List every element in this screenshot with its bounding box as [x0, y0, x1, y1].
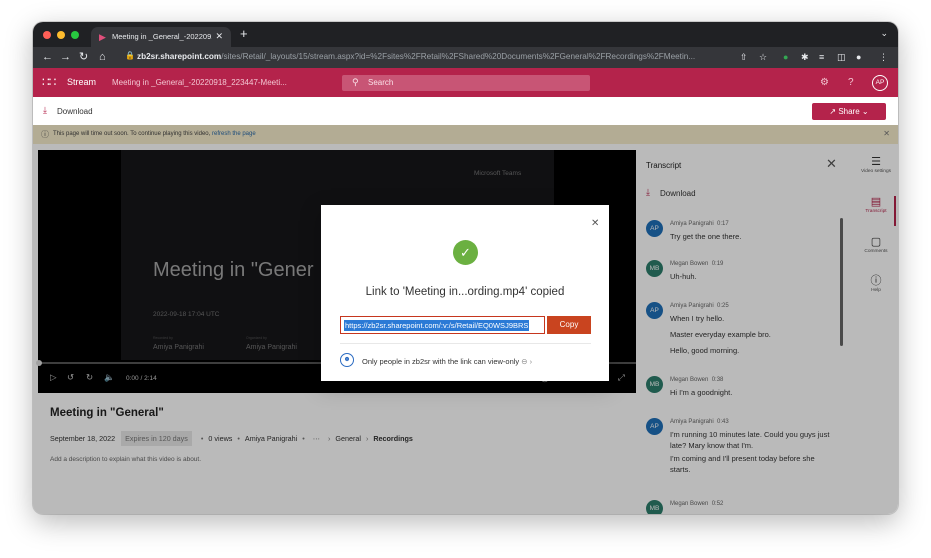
browser-window: ▶ Meeting in _General_-2022091 ✕ + ⌄ ← →… — [33, 22, 898, 514]
address-bar[interactable]: 🔒 zb2sr.sharepoint.com/sites/Retail/_lay… — [123, 50, 758, 65]
browser-toolbar: ← → ↻ ⌂ 🔒 zb2sr.sharepoint.com/sites/Ret… — [33, 47, 898, 68]
share-page-icon[interactable]: ⇧ — [740, 51, 748, 63]
forward-arrow-icon[interactable]: → — [60, 50, 71, 64]
share-label: Share — [838, 107, 860, 116]
download-button[interactable]: Download — [57, 107, 93, 116]
minimize-window-button[interactable] — [57, 31, 65, 39]
document-title[interactable]: Meeting in _General_-20220918_223447-Mee… — [112, 78, 287, 87]
share-icon: ↗ — [829, 107, 837, 116]
stream-favicon-icon: ▶ — [99, 32, 106, 42]
tab-close-icon[interactable]: ✕ — [215, 31, 223, 42]
extension-icon[interactable]: ● — [783, 51, 788, 63]
people-icon: ☻ — [340, 353, 354, 367]
new-tab-button[interactable]: + — [240, 27, 248, 40]
close-window-button[interactable] — [43, 31, 51, 39]
extensions-puzzle-icon[interactable]: ✱ — [801, 51, 809, 63]
profile-icon[interactable]: ● — [856, 51, 861, 63]
chevron-down-icon: ⌄ — [861, 107, 869, 116]
tab-search-chevron-icon[interactable]: ⌄ — [880, 28, 888, 39]
reading-list-icon[interactable]: ≡ — [819, 51, 824, 63]
command-bar: ⤓ Download ↗ Share ⌄ — [33, 97, 898, 125]
dialog-message: Link to 'Meeting in...ording.mp4' copied — [365, 286, 565, 298]
divider — [340, 343, 591, 344]
side-panel-icon[interactable]: ◫ — [837, 51, 846, 63]
dialog-close-icon[interactable]: ✕ — [591, 218, 599, 229]
lock-icon: 🔒 — [125, 51, 135, 60]
link-copied-dialog: ✕ ✓ Link to 'Meeting in...ording.mp4' co… — [321, 205, 609, 381]
search-icon: ⚲ — [352, 77, 359, 87]
reload-icon[interactable]: ↻ — [79, 50, 88, 64]
url-text: zb2sr.sharepoint.com/sites/Retail/_layou… — [137, 52, 696, 61]
app-header: ∷∷ Stream Meeting in _General_-20220918_… — [33, 68, 898, 97]
chevron-right-icon: ⊖ › — [521, 357, 533, 366]
success-check-icon: ✓ — [453, 240, 478, 265]
browser-tab[interactable]: ▶ Meeting in _General_-2022091 ✕ — [91, 27, 231, 47]
tab-title: Meeting in _General_-2022091 — [112, 32, 212, 41]
browser-menu-icon[interactable]: ⋮ — [879, 51, 888, 63]
copy-button[interactable]: Copy — [547, 316, 591, 334]
search-input[interactable]: ⚲ Search — [342, 75, 590, 91]
app-launcher-icon[interactable]: ∷∷ — [42, 75, 56, 89]
link-field[interactable]: https://zb2sr.sharepoint.com/:v:/s/Retai… — [340, 316, 545, 334]
app-name[interactable]: Stream — [67, 77, 96, 87]
home-icon[interactable]: ⌂ — [99, 50, 106, 64]
permission-setting[interactable]: Only people in zb2sr with the link can v… — [362, 357, 532, 366]
download-icon[interactable]: ⤓ — [43, 105, 47, 116]
maximize-window-button[interactable] — [71, 31, 79, 39]
back-arrow-icon[interactable]: ← — [42, 50, 53, 64]
settings-gear-icon[interactable]: ⚙ — [820, 77, 829, 88]
bookmark-star-icon[interactable]: ☆ — [759, 51, 767, 63]
tab-bar: ▶ Meeting in _General_-2022091 ✕ + ⌄ — [33, 22, 898, 47]
avatar[interactable]: AP — [872, 75, 888, 91]
search-placeholder: Search — [368, 78, 394, 87]
help-icon[interactable]: ? — [848, 77, 854, 88]
link-value: https://zb2sr.sharepoint.com/:v:/s/Retai… — [344, 320, 530, 331]
share-button[interactable]: ↗ Share ⌄ — [812, 103, 886, 120]
